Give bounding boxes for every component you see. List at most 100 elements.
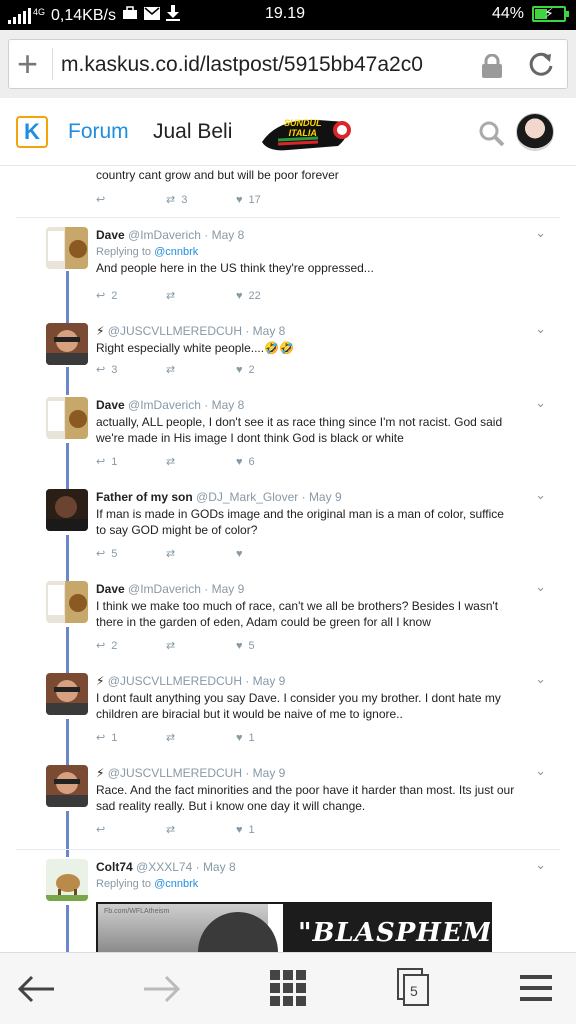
chevron-down-icon[interactable]: ⌄ [535, 225, 546, 241]
nav-forum[interactable]: Forum [68, 120, 129, 144]
chevron-down-icon[interactable]: ⌄ [535, 579, 546, 595]
like-button[interactable]: ♥ [236, 548, 306, 560]
author-name[interactable]: ⚡ [96, 766, 104, 780]
retweet-button[interactable]: ⇄ [166, 639, 236, 652]
author-handle[interactable]: @JUSCVLLMEREDCUH [108, 324, 242, 338]
author-handle[interactable]: @XXXL74 [136, 860, 192, 874]
reply-button[interactable]: ↩ 1 [96, 455, 166, 469]
profile-picture[interactable] [46, 323, 88, 365]
author-name[interactable]: Dave [96, 398, 125, 412]
tweet-date[interactable]: May 8 [253, 324, 286, 338]
chevron-down-icon[interactable]: ⌄ [535, 857, 546, 873]
like-button[interactable]: ♥ 5 [236, 640, 306, 652]
download-icon [165, 5, 180, 26]
tweet-image[interactable]: Fb.com/WFLAtheism "BLASPHEMY: [96, 902, 492, 952]
retweet-button[interactable]: ⇄ [166, 455, 236, 468]
reply-icon: ↩ [96, 364, 106, 376]
image-headline: "BLASPHEMY: [298, 918, 492, 948]
like-button[interactable]: ♥ 17 [236, 194, 306, 206]
profile-picture[interactable] [46, 859, 88, 901]
author-handle[interactable]: @DJ_Mark_Glover [196, 490, 298, 504]
forward-arrow-icon[interactable] [142, 971, 182, 1012]
author-handle[interactable]: @ImDaverich [128, 582, 201, 596]
author-handle[interactable]: @JUSCVLLMEREDCUH [108, 674, 242, 688]
profile-picture[interactable] [46, 581, 88, 623]
thread-line [66, 443, 69, 489]
retweet-button[interactable]: ⇄ [166, 289, 236, 302]
tweet-date[interactable]: May 9 [212, 582, 245, 596]
tweet-date[interactable]: May 8 [212, 228, 245, 242]
author-name[interactable]: Father of my son [96, 490, 193, 504]
url-text[interactable]: m.kaskus.co.id/lastpost/5915bb47a2c0 [61, 53, 473, 77]
like-button[interactable]: ♥ 22 [236, 290, 306, 302]
reply-icon: ↩ [96, 194, 106, 206]
like-button[interactable]: ♥ 2 [236, 364, 306, 376]
retweet-icon: ⇄ [166, 290, 176, 302]
author-name[interactable]: ⚡ [96, 324, 104, 338]
author-name[interactable]: ⚡ [96, 674, 104, 688]
menu-icon[interactable] [520, 975, 552, 1008]
retweet-button[interactable]: ⇄ [166, 731, 236, 744]
author-name[interactable]: Colt74 [96, 860, 133, 874]
nav-jual-beli[interactable]: Jual Beli [153, 120, 232, 144]
replying-to: Replying to @cnnbrk [96, 245, 199, 258]
reply-button[interactable]: ↩ 2 [96, 639, 166, 653]
reply-button[interactable]: ↩ [96, 193, 166, 206]
tweet-date[interactable]: May 9 [253, 766, 286, 780]
back-arrow-icon[interactable] [16, 971, 56, 1012]
sundul-italia-banner[interactable]: SUNDUL ITALIA [258, 112, 354, 154]
profile-picture[interactable] [46, 227, 88, 269]
chevron-down-icon[interactable]: ⌄ [535, 395, 546, 411]
kaskus-logo[interactable]: K [16, 116, 48, 148]
like-button[interactable]: ♥ 6 [236, 456, 306, 468]
profile-picture[interactable] [46, 673, 88, 715]
tweet-date[interactable]: May 8 [212, 398, 245, 412]
reply-button[interactable]: ↩ 1 [96, 731, 166, 745]
retweet-button[interactable]: ⇄ [166, 823, 236, 836]
profile-picture[interactable] [46, 489, 88, 531]
like-button[interactable]: ♥ 1 [236, 824, 306, 836]
retweet-button[interactable]: ⇄ [166, 363, 236, 376]
thread-line [66, 367, 69, 395]
author-handle[interactable]: @ImDaverich [128, 398, 201, 412]
author-name[interactable]: Dave [96, 228, 125, 242]
new-tab-plus-icon[interactable]: + [17, 44, 38, 84]
profile-picture[interactable] [46, 765, 88, 807]
like-button[interactable]: ♥ 1 [236, 732, 306, 744]
tabs-button[interactable]: 5 [396, 967, 430, 1007]
retweet-icon: ⇄ [166, 364, 176, 376]
tweet-date[interactable]: May 9 [309, 490, 342, 504]
apps-grid-icon[interactable] [270, 970, 306, 1011]
reply-button[interactable]: ↩ 3 [96, 363, 166, 377]
chevron-down-icon[interactable]: ⌄ [535, 487, 546, 503]
tweet-date[interactable]: May 8 [203, 860, 236, 874]
reload-icon[interactable] [527, 50, 555, 83]
author-name[interactable]: Dave [96, 582, 125, 596]
heart-icon: ♥ [236, 289, 243, 302]
thread-line [66, 535, 69, 581]
address-bar[interactable]: + m.kaskus.co.id/lastpost/5915bb47a2c0 [8, 39, 568, 89]
search-icon[interactable] [478, 120, 506, 153]
mail-icon [143, 6, 160, 25]
tweet-text: If man is made in GODs image and the ori… [96, 506, 504, 538]
retweet-icon: ⇄ [166, 732, 176, 744]
author-handle[interactable]: @JUSCVLLMEREDCUH [108, 766, 242, 780]
author-handle[interactable]: @ImDaverich [128, 228, 201, 242]
retweet-button[interactable]: ⇄ [166, 547, 236, 560]
network-type: 4G [33, 6, 46, 17]
tweet-date[interactable]: May 9 [253, 674, 286, 688]
profile-picture[interactable] [46, 397, 88, 439]
chevron-down-icon[interactable]: ⌄ [535, 763, 546, 779]
reply-button[interactable]: ↩ 5 [96, 547, 166, 561]
retweet-button[interactable]: ⇄ 3 [166, 193, 236, 207]
chevron-down-icon[interactable]: ⌄ [535, 671, 546, 687]
reply-button[interactable]: ↩ [96, 823, 166, 836]
replying-to: Replying to @cnnbrk [96, 877, 199, 890]
chevron-down-icon[interactable]: ⌄ [535, 321, 546, 337]
network-speed: 0,14KB/s [51, 6, 116, 24]
user-avatar[interactable] [516, 113, 554, 151]
heart-icon: ♥ [236, 547, 243, 560]
thread-line [66, 627, 69, 673]
reply-button[interactable]: ↩ 2 [96, 289, 166, 303]
battery-icon: ⚡ [532, 5, 569, 22]
